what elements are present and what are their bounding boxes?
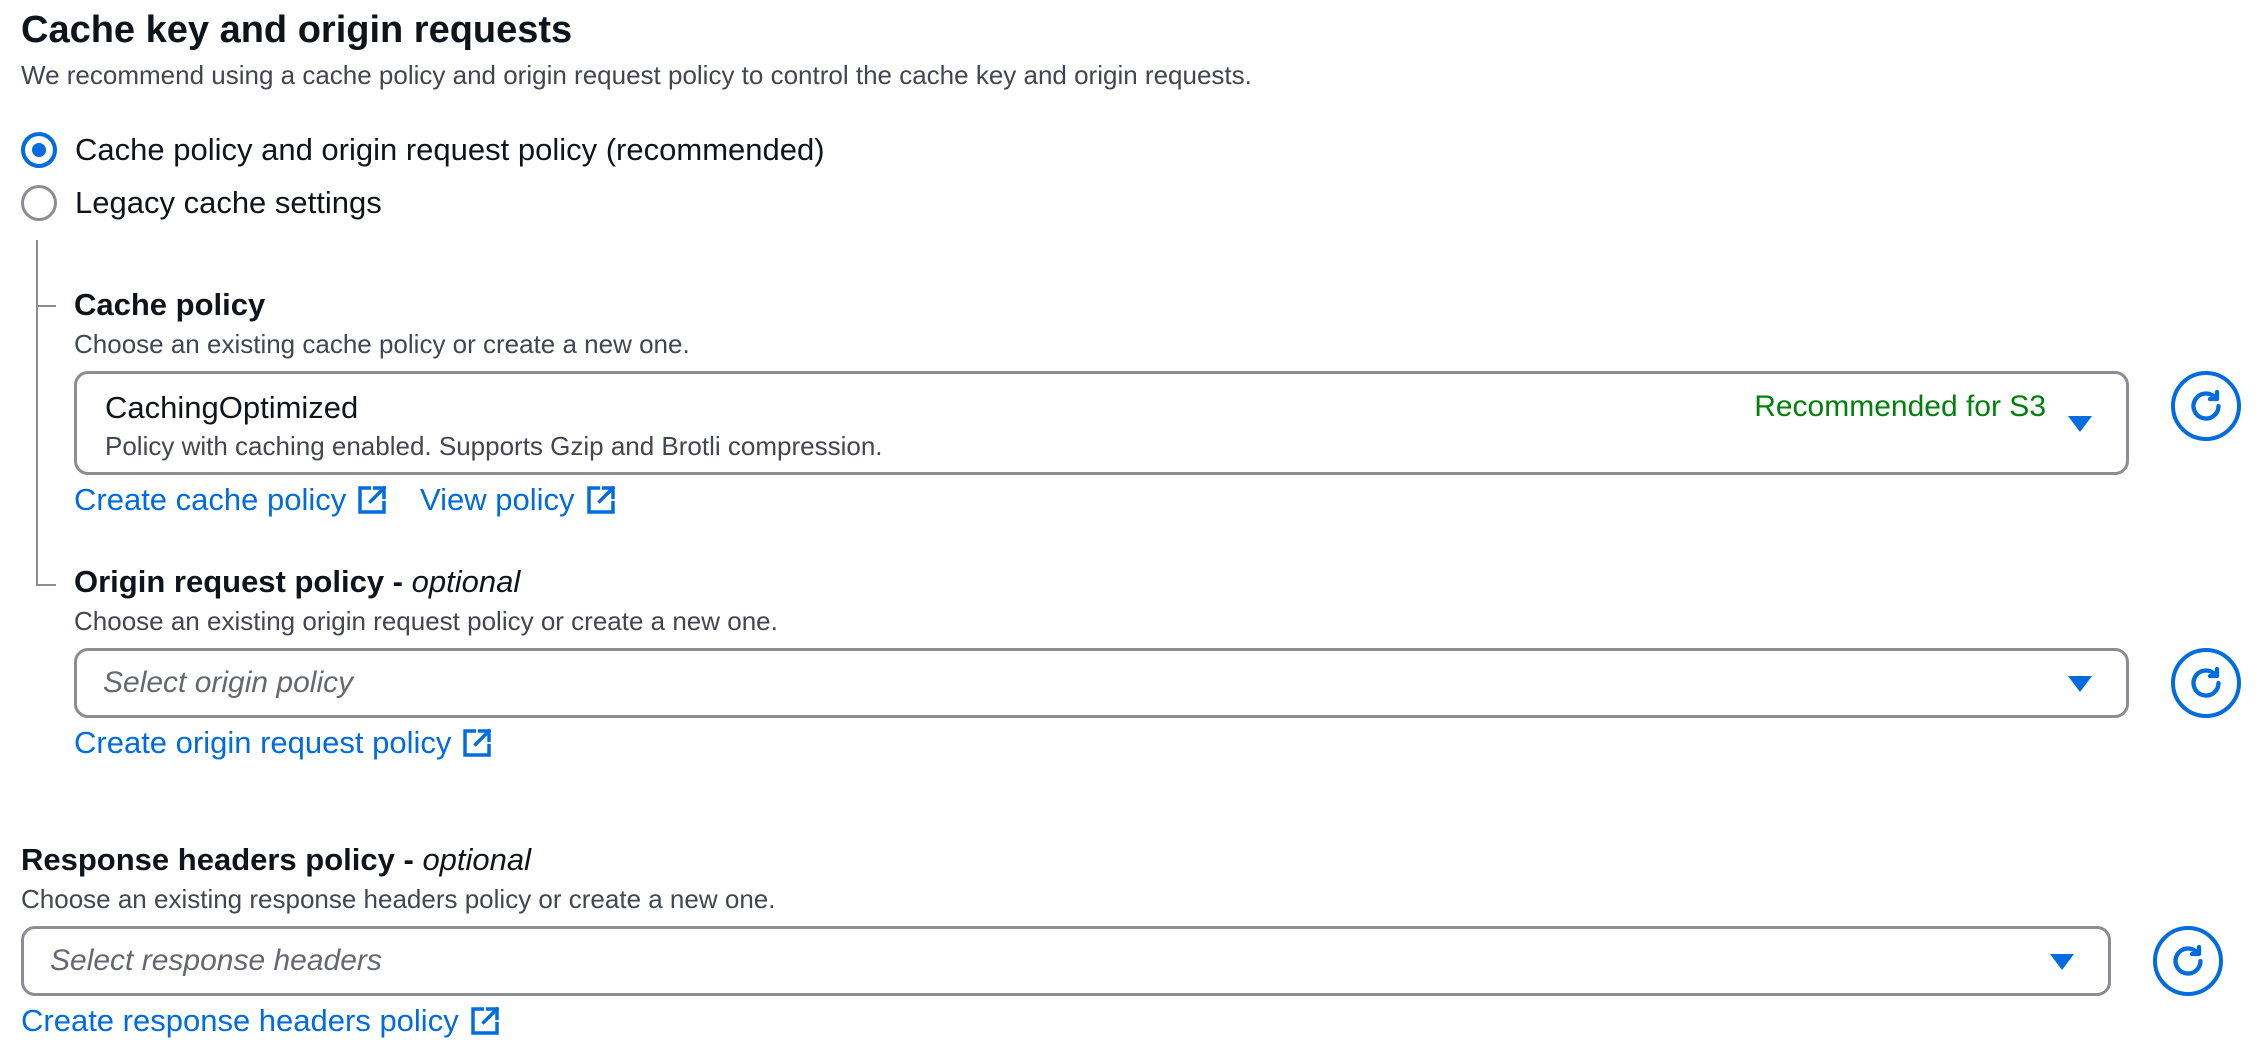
- response-headers-policy-description: Choose an existing response headers poli…: [21, 884, 776, 914]
- tree-connector-cache: [36, 305, 56, 307]
- optional-tag: optional: [422, 842, 532, 877]
- cache-policy-description: Choose an existing cache policy or creat…: [74, 329, 690, 359]
- tree-connector-origin: [36, 584, 56, 586]
- selected-policy-description: Policy with caching enabled. Supports Gz…: [105, 431, 883, 461]
- response-headers-placeholder: Select response headers: [50, 944, 382, 977]
- origin-request-policy-description: Choose an existing origin request policy…: [74, 606, 778, 636]
- external-link-icon: [586, 485, 615, 514]
- caret-down-icon: [2068, 416, 2092, 432]
- origin-policy-select[interactable]: Select origin policy: [74, 648, 2129, 718]
- section-description: We recommend using a cache policy and or…: [21, 60, 1252, 90]
- radio-cache-policy[interactable]: Cache policy and origin request policy (…: [21, 132, 825, 168]
- external-link-icon: [358, 485, 387, 514]
- refresh-response-headers-button[interactable]: [2153, 926, 2223, 996]
- create-cache-policy-text: Create cache policy: [74, 482, 347, 517]
- caret-down-icon: [2050, 954, 2074, 970]
- external-link-icon: [463, 728, 492, 757]
- refresh-icon: [2191, 389, 2221, 421]
- cache-policy-label: Cache policy: [74, 287, 266, 322]
- origin-request-policy-label: Origin request policy - optional: [74, 562, 520, 602]
- tree-connector-vertical: [36, 240, 38, 586]
- response-headers-policy-label-text: Response headers policy -: [21, 842, 414, 877]
- response-headers-policy-label: Response headers policy - optional: [21, 840, 531, 880]
- refresh-origin-policy-button[interactable]: [2171, 648, 2241, 718]
- refresh-cache-policy-button[interactable]: [2171, 371, 2241, 441]
- cache-policy-select[interactable]: CachingOptimized Policy with caching ena…: [74, 371, 2129, 475]
- create-response-headers-policy-link[interactable]: Create response headers policy: [21, 1003, 501, 1039]
- create-response-headers-policy-text: Create response headers policy: [21, 1003, 459, 1038]
- create-origin-request-policy-link[interactable]: Create origin request policy: [74, 725, 493, 761]
- radio-unselected-icon[interactable]: [21, 185, 57, 221]
- radio-label: Cache policy and origin request policy (…: [75, 132, 825, 167]
- recommended-badge: Recommended for S3: [1754, 390, 2046, 423]
- external-link-icon: [470, 1006, 500, 1035]
- view-policy-link[interactable]: View policy: [420, 482, 617, 518]
- radio-label: Legacy cache settings: [75, 185, 382, 220]
- caret-down-icon: [2068, 676, 2092, 692]
- radio-legacy-cache[interactable]: Legacy cache settings: [21, 185, 382, 221]
- refresh-icon: [2191, 666, 2221, 698]
- response-headers-select[interactable]: Select response headers: [21, 926, 2111, 996]
- create-cache-policy-link[interactable]: Create cache policy: [74, 482, 388, 518]
- refresh-icon: [2173, 944, 2203, 976]
- origin-policy-placeholder: Select origin policy: [103, 666, 354, 699]
- view-policy-text: View policy: [420, 482, 575, 517]
- section-title: Cache key and origin requests: [21, 9, 573, 51]
- optional-tag: optional: [411, 564, 521, 599]
- selected-policy-title: CachingOptimized: [105, 390, 359, 425]
- origin-request-policy-label-text: Origin request policy -: [74, 564, 403, 599]
- radio-selected-icon[interactable]: [21, 132, 57, 168]
- create-origin-request-policy-text: Create origin request policy: [74, 725, 452, 760]
